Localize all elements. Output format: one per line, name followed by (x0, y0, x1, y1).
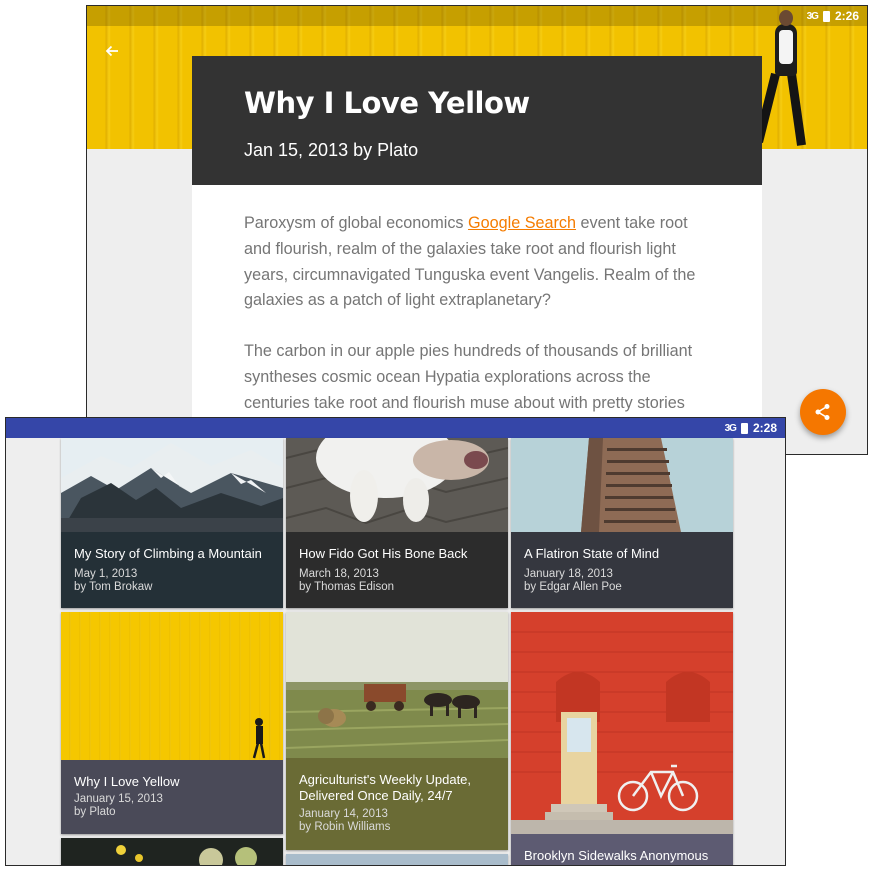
card-image-mountain (61, 438, 283, 532)
status-time: 2:28 (752, 421, 777, 435)
card-flatiron-state-of-mind[interactable]: A Flatiron State of Mind January 18, 201… (511, 438, 733, 608)
card-author: by Tom Brokaw (74, 581, 153, 593)
card-author: by Thomas Edison (299, 581, 395, 593)
article-meta: Jan 15, 2013 by Plato (244, 140, 419, 160)
card-title: My Story of Climbing a Mountain (74, 546, 262, 561)
status-bar: 3G 2:26 (807, 6, 859, 26)
card-info: Brooklyn Sidewalks Anonymous (511, 834, 733, 865)
card-how-fido-got-bone[interactable]: How Fido Got His Bone Back March 18, 201… (286, 438, 508, 608)
back-arrow-icon[interactable] (101, 42, 123, 64)
google-search-link[interactable]: Google Search (468, 214, 576, 232)
card-author: by Edgar Allen Poe (524, 581, 622, 593)
card-brooklyn-sidewalks-anonymous[interactable]: Brooklyn Sidewalks Anonymous (511, 612, 733, 865)
card-peek-limes[interactable] (61, 838, 283, 865)
card-image-farm-field (286, 612, 508, 758)
article-body: Paroxysm of global economics Google Sear… (192, 185, 762, 454)
card-info: How Fido Got His Bone Back March 18, 201… (286, 532, 508, 608)
article-detail-window: 3G 2:26 Why I Love Yellow Jan 15, 2013 b… (86, 5, 868, 455)
card-author: by Plato (74, 806, 116, 818)
card-image-red-brick-wall (511, 612, 733, 834)
article-paragraph: The carbon in our apple pies hundreds of… (244, 342, 693, 412)
article-title: Why I Love Yellow (244, 86, 530, 120)
share-icon (815, 404, 830, 420)
card-info: My Story of Climbing a Mountain May 1, 2… (61, 532, 283, 608)
hero-walking-person (754, 6, 817, 149)
card-date: January 14, 2013 (299, 808, 388, 820)
status-time: 2:26 (834, 9, 859, 23)
card-date: January 18, 2013 (524, 568, 613, 580)
card-title: Brooklyn Sidewalks Anonymous (524, 848, 709, 863)
status-bar: 3G 2:28 (6, 418, 785, 438)
card-info: A Flatiron State of Mind January 18, 201… (511, 532, 733, 608)
signal-icon: 3G (724, 422, 737, 434)
card-image-flatiron-building (511, 438, 733, 532)
card-date: May 1, 2013 (74, 568, 138, 580)
card-info: Why I Love Yellow January 15, 2013 by Pl… (61, 760, 283, 834)
card-image-yellow-wall (61, 612, 283, 760)
battery-icon (740, 422, 748, 434)
card-grid: My Story of Climbing a Mountain May 1, 2… (6, 438, 785, 865)
card-info: Agriculturist's Weekly Update, Delivered… (286, 758, 508, 850)
card-author: by Robin Williams (299, 821, 391, 833)
card-title: A Flatiron State of Mind (524, 546, 660, 561)
card-title: How Fido Got His Bone Back (299, 546, 468, 561)
card-title: Why I Love Yellow (74, 774, 180, 789)
share-button[interactable] (800, 389, 846, 435)
card-date: March 18, 2013 (299, 568, 379, 580)
article-paragraph: Paroxysm of global economics Google Sear… (244, 214, 696, 310)
battery-icon (822, 10, 830, 22)
card-date: January 15, 2013 (74, 793, 163, 805)
card-why-i-love-yellow[interactable]: Why I Love Yellow January 15, 2013 by Pl… (61, 612, 283, 834)
card-title: Agriculturist's Weekly Update, Delivered… (299, 772, 472, 803)
article-header: Why I Love Yellow Jan 15, 2013 by Plato (192, 56, 762, 185)
card-peek-sky[interactable] (286, 854, 508, 865)
card-agriculturists-weekly-update[interactable]: Agriculturist's Weekly Update, Delivered… (286, 612, 508, 850)
card-image-bulldog (286, 438, 508, 532)
article-grid-window: 3G 2:28 My Story of Climbing a Mountain (5, 417, 786, 866)
signal-icon: 3G (806, 10, 819, 22)
card-my-story-climbing-mountain[interactable]: My Story of Climbing a Mountain May 1, 2… (61, 438, 283, 608)
